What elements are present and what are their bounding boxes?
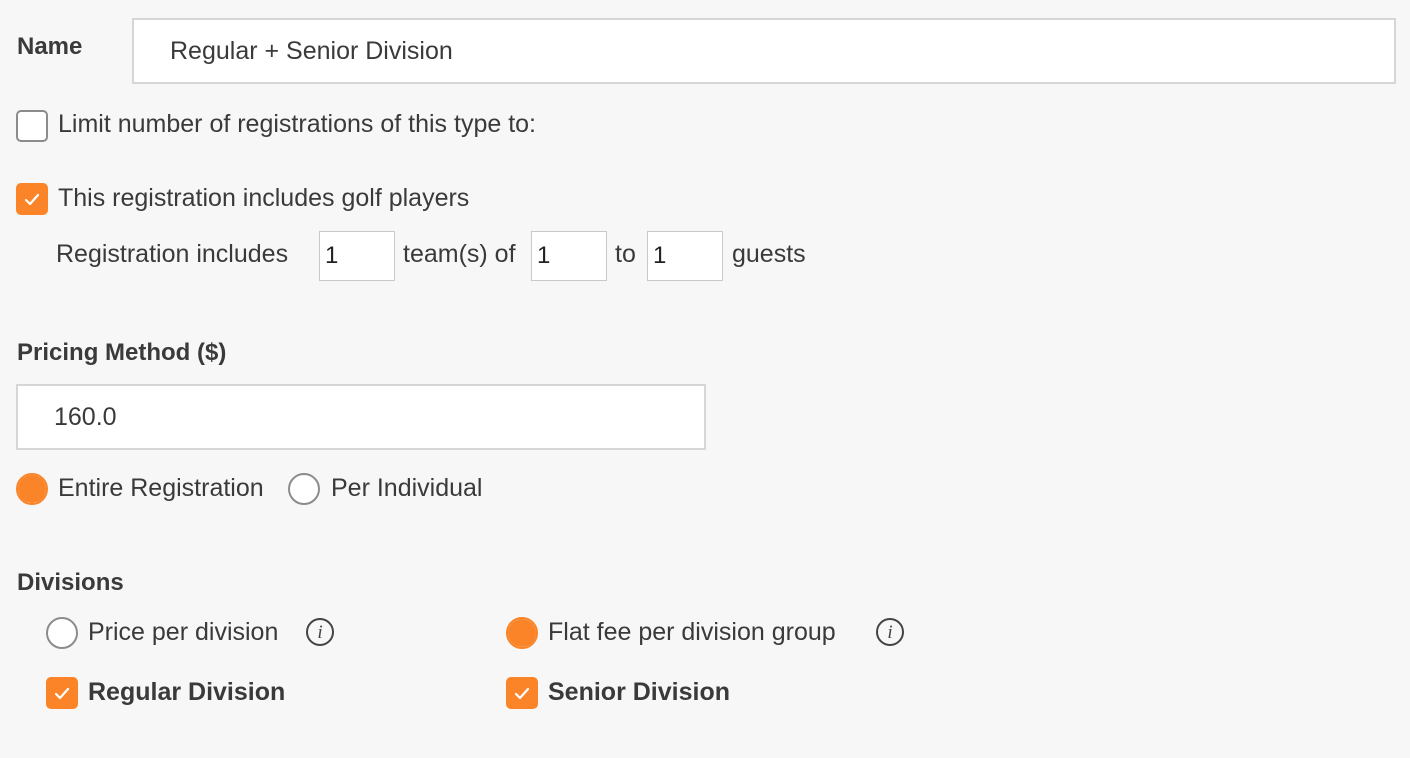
guests-text: guests (732, 240, 806, 268)
teams-of-text: team(s) of (403, 240, 516, 268)
pricing-input[interactable]: 160.0 (16, 384, 706, 450)
entire-registration-label: Entire Registration (58, 474, 264, 502)
checkmark-icon (24, 193, 40, 205)
per-individual-label: Per Individual (331, 474, 483, 502)
checkmark-icon (514, 687, 530, 699)
min-guests-input[interactable]: 1 (531, 231, 607, 281)
limit-registrations-checkbox[interactable] (16, 110, 48, 142)
senior-division-checkbox[interactable] (506, 677, 538, 709)
radio-dot (18, 475, 46, 503)
checkmark-icon (54, 687, 70, 699)
min-guests-input-value: 1 (537, 242, 551, 269)
info-icon-glyph: i (317, 621, 323, 643)
entire-registration-radio[interactable] (16, 473, 48, 505)
flat-fee-label: Flat fee per division group (548, 618, 836, 646)
info-icon-glyph: i (887, 621, 893, 643)
price-per-division-info-icon[interactable]: i (306, 618, 334, 646)
flat-fee-radio[interactable] (506, 617, 538, 649)
name-input[interactable]: Regular + Senior Division (132, 18, 1396, 84)
golf-players-checkbox[interactable] (16, 183, 48, 215)
teams-input[interactable]: 1 (319, 231, 395, 281)
max-guests-input-value: 1 (653, 242, 667, 269)
pricing-input-value: 160.0 (54, 402, 117, 431)
divisions-label: Divisions (17, 569, 124, 596)
registration-includes-text: Registration includes (56, 240, 289, 268)
regular-division-label: Regular Division (88, 678, 286, 706)
per-individual-radio[interactable] (288, 473, 320, 505)
radio-dot (508, 619, 536, 647)
senior-division-label: Senior Division (548, 678, 730, 706)
teams-input-value: 1 (325, 242, 339, 269)
max-guests-input[interactable]: 1 (647, 231, 723, 281)
price-per-division-label: Price per division (88, 618, 279, 646)
to-text: to (615, 240, 636, 268)
regular-division-checkbox[interactable] (46, 677, 78, 709)
name-input-value: Regular + Senior Division (170, 36, 453, 65)
pricing-method-label: Pricing Method ($) (17, 339, 227, 366)
name-label: Name (17, 33, 83, 60)
golf-players-label: This registration includes golf players (58, 184, 470, 212)
flat-fee-info-icon[interactable]: i (876, 618, 904, 646)
price-per-division-radio[interactable] (46, 617, 78, 649)
limit-registrations-label: Limit number of registrations of this ty… (58, 110, 536, 138)
